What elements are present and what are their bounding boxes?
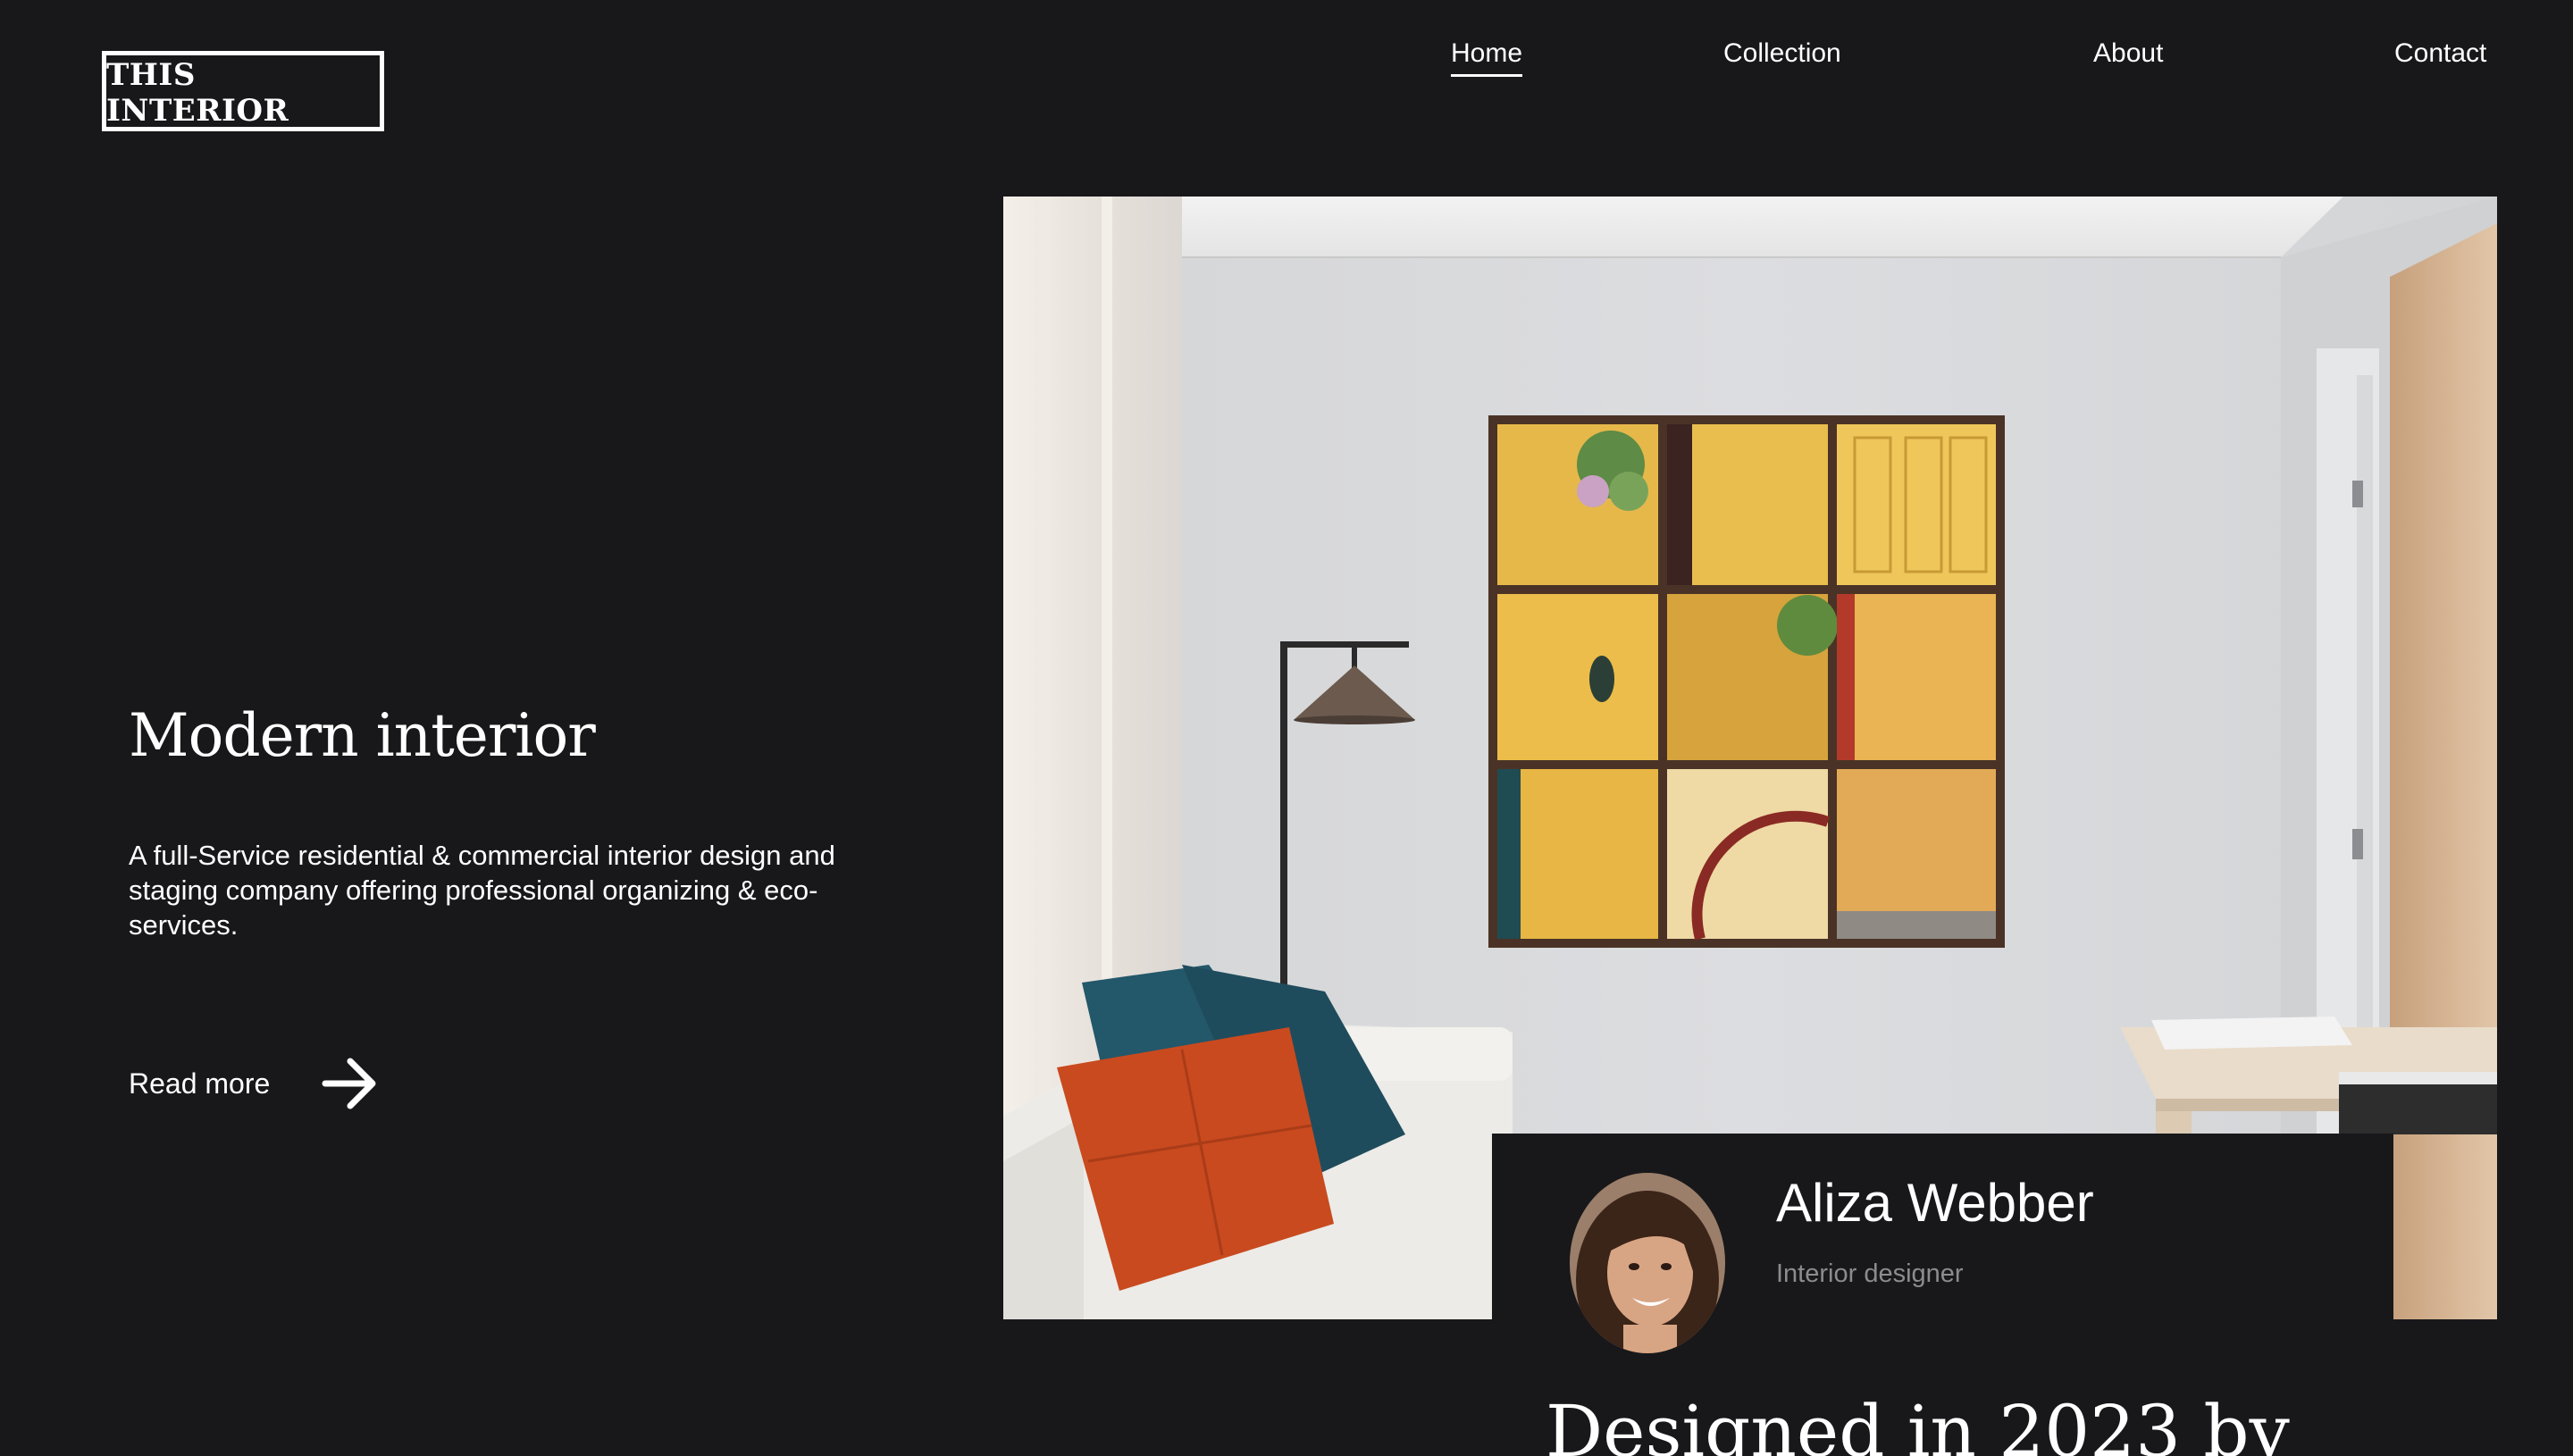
designer-name: Aliza Webber	[1776, 1173, 2094, 1233]
logo-text: THIS INTERIOR	[106, 57, 289, 129]
nav-item-about[interactable]: About	[2093, 36, 2163, 71]
nav-item-home[interactable]: Home	[1451, 36, 1523, 77]
hero-title: Modern interior	[129, 701, 596, 770]
wall-artwork	[1488, 415, 2005, 948]
designer-role: Interior designer	[1776, 1259, 1964, 1288]
page: THIS INTERIOR Home Collection About Cont…	[0, 0, 2573, 1456]
arrow-right-icon	[322, 1058, 376, 1109]
read-more-link[interactable]: Read more	[129, 1054, 379, 1113]
designer-card: Aliza Webber Interior designer Designed …	[1492, 1134, 2393, 1456]
logo[interactable]: THIS INTERIOR	[102, 51, 384, 131]
nav-item-contact[interactable]: Contact	[2394, 36, 2486, 71]
hero-description: A full-Service residential & commercial …	[129, 840, 835, 941]
designer-avatar	[1570, 1173, 1725, 1353]
read-more-label: Read more	[129, 1067, 271, 1100]
designed-by-heading: Designed in 2023 by	[1546, 1390, 2290, 1456]
nav-item-collection[interactable]: Collection	[1723, 36, 1841, 71]
